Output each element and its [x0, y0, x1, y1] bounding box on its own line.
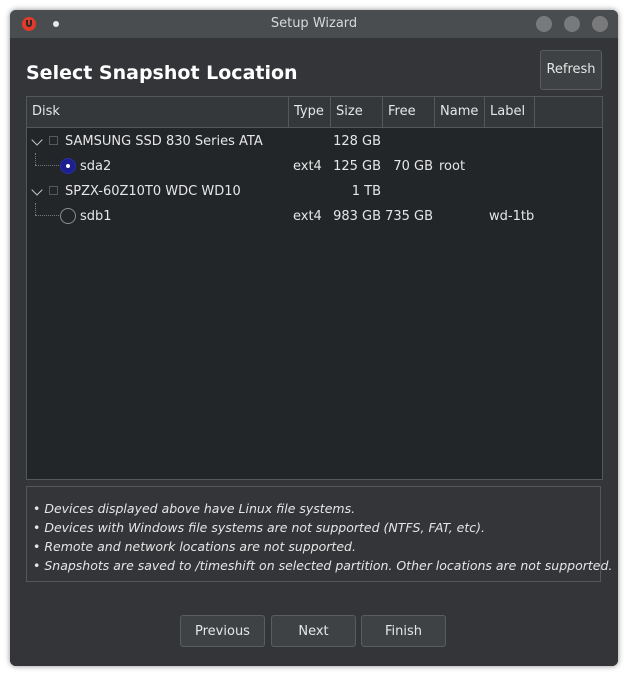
title-bar: Setup Wizard	[10, 10, 618, 38]
column-header-size[interactable]: Size	[331, 97, 383, 127]
chevron-down-icon[interactable]	[31, 184, 43, 196]
column-header-disk[interactable]: Disk	[27, 97, 289, 127]
free-cell: 70 GB	[393, 159, 433, 174]
table-row[interactable]: sda2 ext4 125 GB 70 GB root	[27, 154, 602, 179]
note-line: • Devices displayed above have Linux fil…	[33, 501, 356, 516]
disk-name: SPZX-60Z10T0 WDC WD10	[65, 184, 241, 199]
window-title: Setup Wizard	[270, 16, 358, 31]
size-cell: 983 GB	[333, 209, 381, 224]
previous-button[interactable]: Previous	[180, 615, 265, 647]
partition-radio-sda2[interactable]	[60, 158, 76, 174]
name-cell: root	[439, 159, 466, 174]
next-button[interactable]: Next	[271, 615, 356, 647]
size-cell: 128 GB	[333, 134, 381, 149]
drive-icon	[49, 136, 58, 145]
partition-name: sda2	[80, 159, 112, 174]
label-cell: wd-1tb	[489, 209, 535, 224]
setup-wizard-window: Setup Wizard Select Snapshot Location Re…	[10, 10, 618, 666]
refresh-button[interactable]: Refresh	[540, 50, 602, 90]
free-cell: 735 GB	[385, 209, 433, 224]
table-row[interactable]: sdb1 ext4 983 GB 735 GB wd-1tb	[27, 204, 602, 229]
table-header: Disk Type Size Free Name Label	[27, 97, 602, 128]
drive-icon	[49, 186, 58, 195]
note-line: • Devices with Windows file systems are …	[33, 520, 485, 535]
page-title: Select Snapshot Location	[26, 62, 298, 84]
chevron-down-icon[interactable]	[31, 134, 43, 146]
note-line: • Remote and network locations are not s…	[33, 539, 356, 554]
type-cell: ext4	[293, 159, 322, 174]
table-row[interactable]: SPZX-60Z10T0 WDC WD10 1 TB	[27, 179, 602, 204]
minimize-button[interactable]	[536, 16, 552, 32]
info-notes-box: • Devices displayed above have Linux fil…	[26, 486, 613, 582]
disk-name: SAMSUNG SSD 830 Series ATA	[65, 134, 263, 149]
maximize-button[interactable]	[564, 16, 580, 32]
partition-radio-sdb1[interactable]	[60, 208, 76, 224]
close-button[interactable]	[592, 16, 608, 32]
column-header-free[interactable]: Free	[383, 97, 435, 127]
wizard-content: Select Snapshot Location Refresh Disk Ty…	[10, 38, 618, 666]
size-cell: 125 GB	[333, 159, 381, 174]
column-header-type[interactable]: Type	[289, 97, 331, 127]
finish-button[interactable]: Finish	[361, 615, 446, 647]
size-cell: 1 TB	[351, 184, 381, 199]
note-line: • Snapshots are saved to /timeshift on s…	[33, 558, 613, 573]
partition-table: Disk Type Size Free Name Label SAMSUNG S…	[26, 96, 603, 480]
type-cell: ext4	[293, 209, 322, 224]
partition-name: sdb1	[80, 209, 112, 224]
column-header-label[interactable]: Label	[485, 97, 535, 127]
table-row[interactable]: SAMSUNG SSD 830 Series ATA 128 GB	[27, 129, 602, 154]
column-header-name[interactable]: Name	[435, 97, 485, 127]
